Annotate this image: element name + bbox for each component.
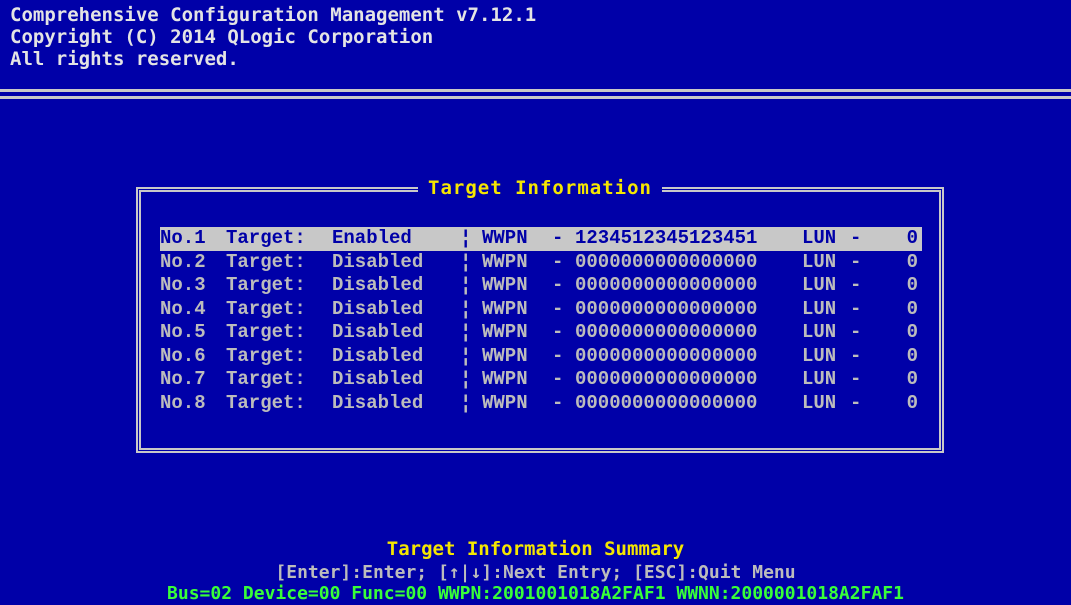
lun-dash: - bbox=[850, 250, 862, 273]
target-label: Target: bbox=[226, 297, 306, 320]
copyright-text: Copyright (C) 2014 QLogic Corporation bbox=[10, 26, 434, 48]
target-number: No.5 bbox=[160, 321, 206, 343]
lun-dash: - bbox=[850, 321, 862, 343]
lun-dash: - bbox=[850, 344, 862, 367]
lun-value: 0 bbox=[906, 297, 918, 320]
target-label: Target: bbox=[226, 250, 306, 273]
summary-title: Target Information Summary bbox=[386, 538, 685, 560]
target-row[interactable]: No.7 Target: Disabled ¦ WWPN -000000000000000… bbox=[160, 368, 922, 392]
target-number: No.6 bbox=[160, 344, 206, 367]
lun-value: 0 bbox=[906, 321, 918, 343]
target-row[interactable]: No.2 Target: Disabled ¦ WWPN -000000000000000… bbox=[160, 251, 922, 275]
target-status: Disabled bbox=[332, 368, 424, 390]
lun-label: LUN bbox=[802, 344, 837, 367]
wwpn-value: 0000000000000000 bbox=[575, 321, 758, 343]
wwpn-value: 0000000000000000 bbox=[575, 297, 758, 320]
wwpn-label: WWPN bbox=[482, 344, 528, 367]
lun-dash: - bbox=[850, 274, 862, 296]
bus-info: Bus=02 Device=00 Func=00 WWPN:2001001018… bbox=[167, 583, 904, 604]
app-header: Comprehensive Configuration Management v… bbox=[10, 4, 536, 70]
wwpn-dash: - bbox=[552, 321, 564, 343]
target-status: Disabled bbox=[332, 321, 424, 343]
target-status: Enabled bbox=[332, 227, 412, 249]
target-label: Target: bbox=[226, 368, 306, 390]
target-row[interactable]: No.1 Target: Enabled ¦ WWPN -1234512345123451… bbox=[160, 227, 922, 251]
column-separator: ¦ bbox=[460, 368, 472, 390]
column-separator: ¦ bbox=[460, 344, 472, 367]
lun-label: LUN bbox=[802, 297, 837, 320]
wwpn-label: WWPN bbox=[482, 368, 528, 390]
lun-label: LUN bbox=[802, 368, 837, 390]
lun-label: LUN bbox=[802, 274, 837, 296]
wwpn-value: 0000000000000000 bbox=[575, 368, 758, 390]
target-status: Disabled bbox=[332, 344, 424, 367]
wwpn-label: WWPN bbox=[482, 297, 528, 320]
lun-label: LUN bbox=[802, 227, 837, 249]
wwpn-value: 0000000000000000 bbox=[575, 344, 758, 367]
lun-label: LUN bbox=[802, 250, 837, 273]
wwpn-value: 1234512345123451 bbox=[575, 227, 758, 249]
panel-title: Target Information bbox=[418, 177, 662, 199]
wwpn-label: WWPN bbox=[482, 250, 528, 273]
lun-dash: - bbox=[850, 227, 862, 249]
target-number: No.3 bbox=[160, 274, 206, 296]
target-status: Disabled bbox=[332, 391, 424, 414]
wwpn-dash: - bbox=[552, 344, 564, 367]
target-number: No.1 bbox=[160, 227, 206, 249]
column-separator: ¦ bbox=[460, 391, 472, 414]
column-separator: ¦ bbox=[460, 297, 472, 320]
target-label: Target: bbox=[226, 227, 306, 249]
lun-value: 0 bbox=[906, 344, 918, 367]
wwpn-dash: - bbox=[552, 391, 564, 414]
target-label: Target: bbox=[226, 344, 306, 367]
wwpn-value: 0000000000000000 bbox=[575, 274, 758, 296]
column-separator: ¦ bbox=[460, 227, 472, 249]
lun-value: 0 bbox=[906, 368, 918, 390]
app-title: Comprehensive Configuration Management v… bbox=[10, 4, 537, 26]
wwpn-label: WWPN bbox=[482, 274, 528, 296]
panel-title-wrap: Target Information bbox=[141, 177, 939, 199]
target-status: Disabled bbox=[332, 274, 424, 296]
target-list: No.1 Target: Enabled ¦ WWPN -1234512345123451… bbox=[160, 227, 922, 415]
lun-dash: - bbox=[850, 368, 862, 390]
lun-label: LUN bbox=[802, 391, 837, 414]
header-divider bbox=[0, 89, 1071, 99]
rights-text: All rights reserved. bbox=[10, 48, 239, 70]
lun-value: 0 bbox=[906, 274, 918, 296]
target-status: Disabled bbox=[332, 250, 424, 273]
column-separator: ¦ bbox=[460, 274, 472, 296]
column-separator: ¦ bbox=[460, 321, 472, 343]
target-label: Target: bbox=[226, 321, 306, 343]
wwpn-dash: - bbox=[552, 227, 564, 249]
wwpn-label: WWPN bbox=[482, 321, 528, 343]
key-help: [Enter]:Enter; [↑|↓]:Next Entry; [ESC]:Q… bbox=[275, 562, 796, 583]
wwpn-value: 0000000000000000 bbox=[575, 250, 758, 273]
wwpn-value: 0000000000000000 bbox=[575, 391, 758, 414]
lun-label: LUN bbox=[802, 321, 837, 343]
target-number: No.4 bbox=[160, 297, 206, 320]
lun-value: 0 bbox=[906, 250, 918, 273]
wwpn-dash: - bbox=[552, 368, 564, 390]
wwpn-label: WWPN bbox=[482, 391, 528, 414]
lun-dash: - bbox=[850, 297, 862, 320]
wwpn-dash: - bbox=[552, 297, 564, 320]
lun-value: 0 bbox=[906, 391, 918, 414]
target-row[interactable]: No.5 Target: Disabled ¦ WWPN -000000000000000… bbox=[160, 321, 922, 345]
wwpn-dash: - bbox=[552, 250, 564, 273]
target-row[interactable]: No.3 Target: Disabled ¦ WWPN -000000000000000… bbox=[160, 274, 922, 298]
target-number: No.2 bbox=[160, 250, 206, 273]
target-status: Disabled bbox=[332, 297, 424, 320]
wwpn-dash: - bbox=[552, 274, 564, 296]
target-row[interactable]: No.4 Target: Disabled ¦ WWPN -000000000000000… bbox=[160, 298, 922, 322]
target-label: Target: bbox=[226, 391, 306, 414]
lun-dash: - bbox=[850, 391, 862, 414]
target-number: No.7 bbox=[160, 368, 206, 390]
target-label: Target: bbox=[226, 274, 306, 296]
lun-value: 0 bbox=[906, 227, 918, 249]
target-row[interactable]: No.8 Target: Disabled ¦ WWPN -000000000000000… bbox=[160, 392, 922, 416]
column-separator: ¦ bbox=[460, 250, 472, 273]
wwpn-label: WWPN bbox=[482, 227, 528, 249]
target-row[interactable]: No.6 Target: Disabled ¦ WWPN -000000000000000… bbox=[160, 345, 922, 369]
target-number: No.8 bbox=[160, 391, 206, 414]
